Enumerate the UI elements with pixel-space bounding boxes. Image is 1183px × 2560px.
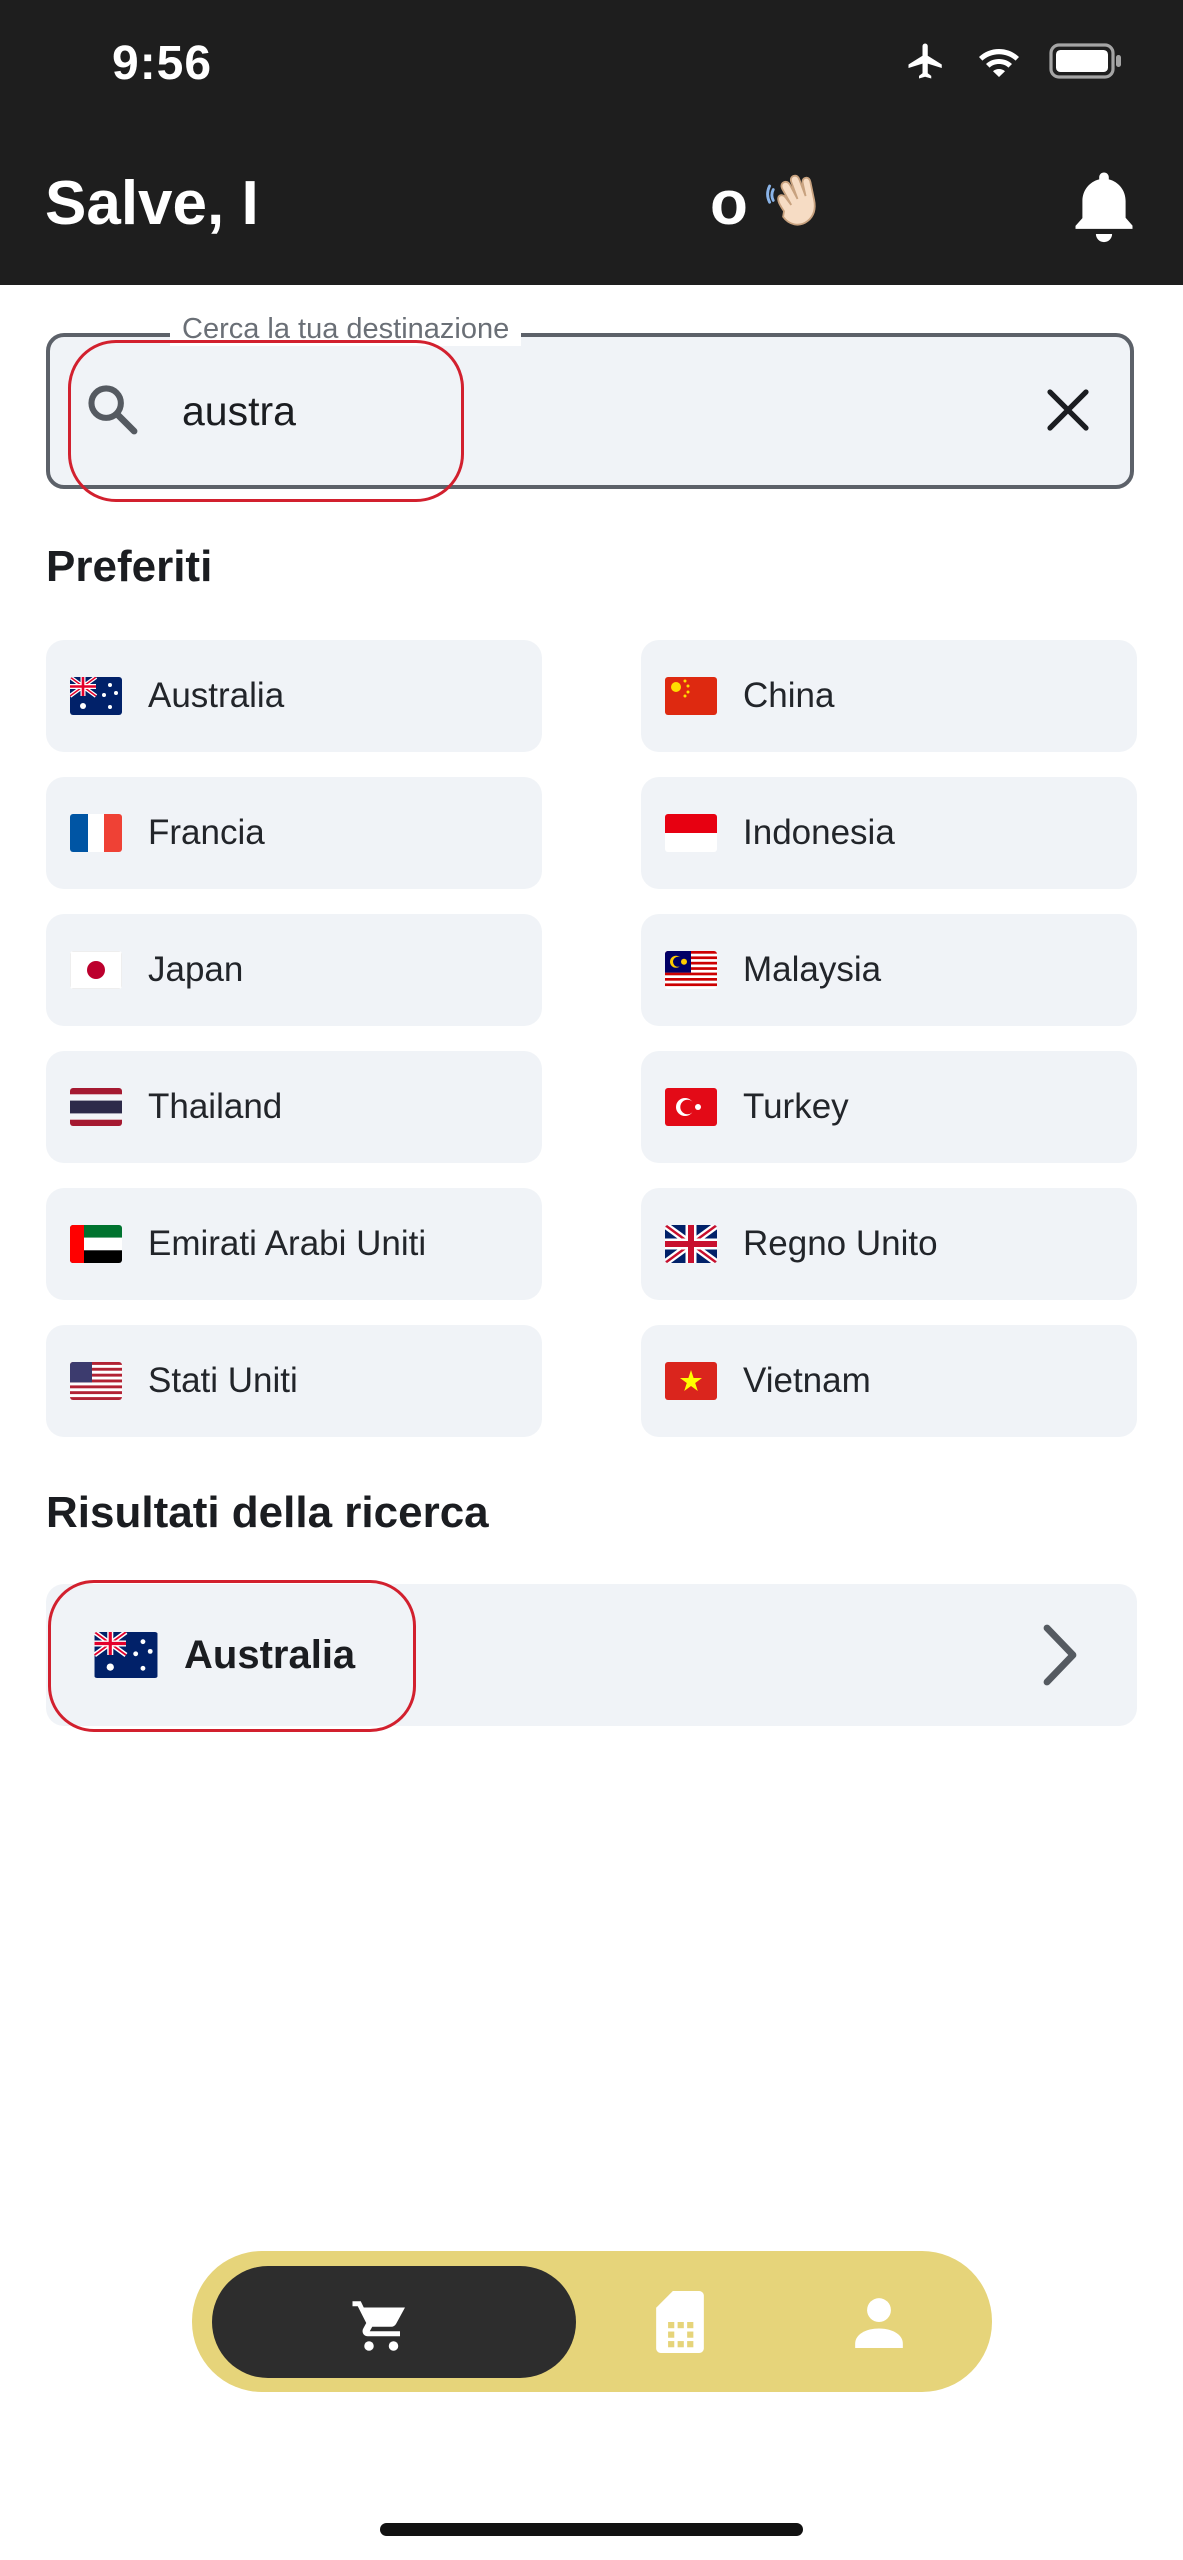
app-header: 9:56 Salve, I o	[0, 0, 1183, 285]
turkey-flag-icon	[665, 1088, 717, 1126]
malaysia-flag-icon	[665, 951, 717, 989]
favorites-title: Preferiti	[46, 542, 213, 591]
favorite-japan[interactable]: Japan	[46, 914, 542, 1026]
close-icon[interactable]	[1044, 386, 1092, 434]
greeting-title-end: o	[710, 169, 748, 238]
sim-card-icon[interactable]	[655, 2291, 705, 2353]
wifi-icon	[979, 49, 1019, 77]
usa-flag-icon	[70, 1362, 122, 1400]
favorite-australia[interactable]: Australia	[46, 640, 542, 752]
vietnam-flag-icon	[665, 1362, 717, 1400]
bottom-navigation	[192, 2251, 992, 2392]
favorite-label: Stati Uniti	[148, 1361, 298, 1400]
search-label: Cerca la tua destinazione	[170, 313, 522, 346]
search-input[interactable]	[182, 378, 1002, 444]
search-icon	[88, 385, 138, 435]
australia-flag-icon	[70, 677, 122, 715]
results-title: Risultati della ricerca	[46, 1488, 489, 1537]
favorite-label: China	[743, 676, 835, 715]
favorites-grid: Australia China Francia Indonesia Japan …	[46, 640, 1137, 1437]
indonesia-flag-icon	[665, 814, 717, 852]
bell-icon[interactable]	[1068, 168, 1140, 246]
favorite-label: Malaysia	[743, 950, 882, 989]
favorite-label: Francia	[148, 813, 265, 852]
waving-hand-icon	[766, 174, 816, 226]
favorite-label: Emirati Arabi Uniti	[148, 1224, 427, 1263]
favorite-vietnam[interactable]: Vietnam	[641, 1325, 1137, 1437]
japan-flag-icon	[70, 951, 122, 989]
favorite-label: Thailand	[148, 1087, 283, 1126]
profile-icon[interactable]	[852, 2296, 906, 2348]
status-time: 9:56	[112, 37, 213, 90]
france-flag-icon	[70, 814, 122, 852]
favorite-label: Indonesia	[743, 813, 895, 852]
favorite-malaysia[interactable]: Malaysia	[641, 914, 1137, 1026]
favorite-stati-uniti[interactable]: Stati Uniti	[46, 1325, 542, 1437]
favorite-francia[interactable]: Francia	[46, 777, 542, 889]
favorite-regno-unito[interactable]: Regno Unito	[641, 1188, 1137, 1300]
cart-icon[interactable]	[350, 2297, 410, 2353]
battery-icon	[1049, 43, 1121, 79]
status-icons	[903, 40, 1123, 82]
result-label: Australia	[184, 1632, 356, 1677]
greeting-title: Salve, I	[45, 169, 259, 238]
thailand-flag-icon	[70, 1088, 122, 1126]
favorite-indonesia[interactable]: Indonesia	[641, 777, 1137, 889]
uk-flag-icon	[665, 1225, 717, 1263]
favorite-label: Regno Unito	[743, 1224, 938, 1263]
home-indicator	[380, 2523, 803, 2536]
favorite-thailand[interactable]: Thailand	[46, 1051, 542, 1163]
favorite-label: Vietnam	[743, 1361, 871, 1400]
favorite-label: Australia	[148, 676, 285, 715]
favorite-turkey[interactable]: Turkey	[641, 1051, 1137, 1163]
favorite-china[interactable]: China	[641, 640, 1137, 752]
australia-flag-icon	[94, 1632, 158, 1678]
result-australia[interactable]: Australia	[46, 1584, 1137, 1726]
favorite-label: Turkey	[743, 1087, 849, 1126]
china-flag-icon	[665, 677, 717, 715]
favorite-emirati[interactable]: Emirati Arabi Uniti	[46, 1188, 542, 1300]
chevron-right-icon	[1043, 1624, 1077, 1686]
favorite-label: Japan	[148, 950, 244, 989]
airplane-icon	[908, 43, 942, 79]
uae-flag-icon	[70, 1225, 122, 1263]
